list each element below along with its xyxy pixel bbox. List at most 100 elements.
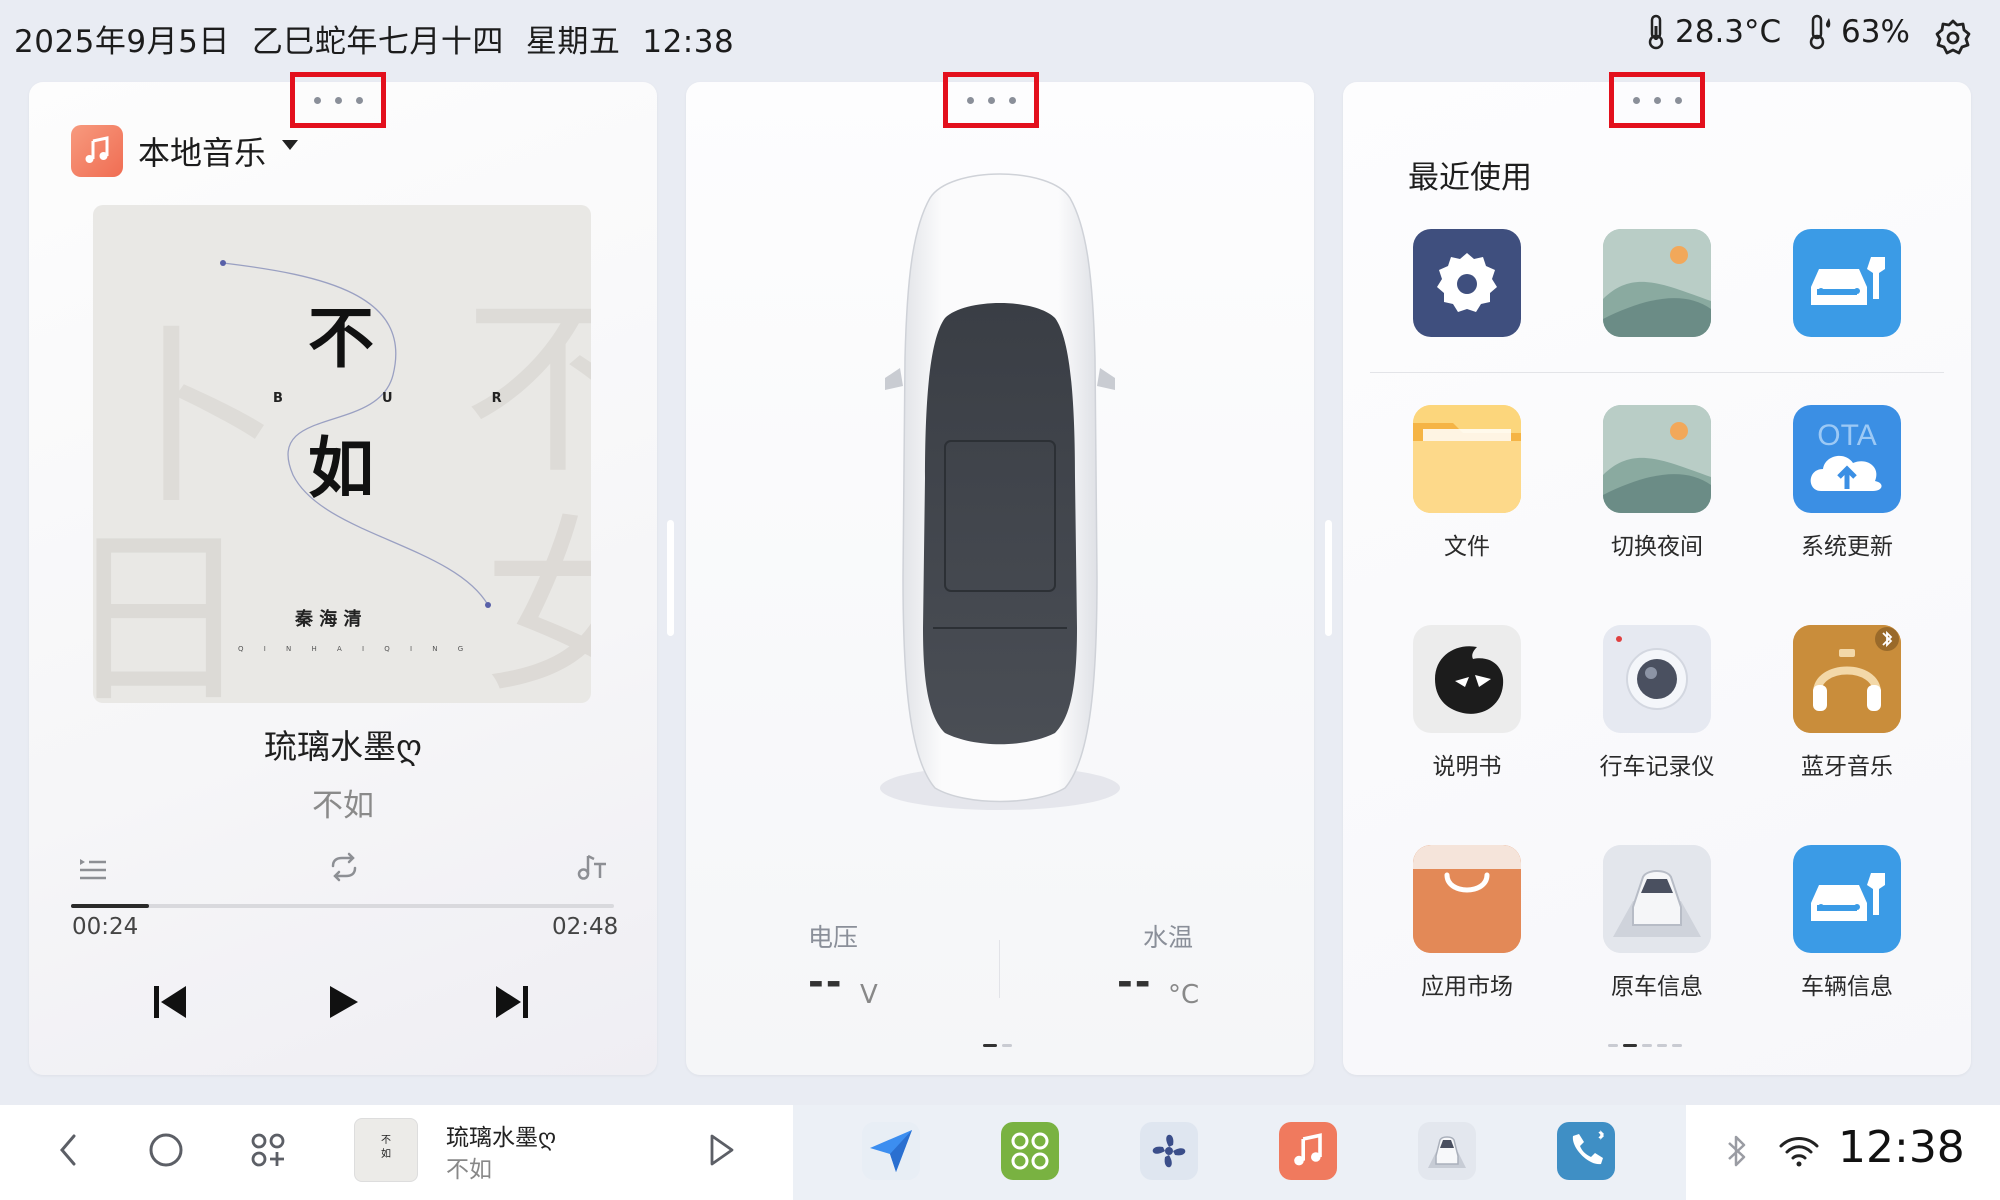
chevron-down-icon[interactable] — [282, 140, 298, 150]
play-icon[interactable] — [326, 983, 360, 1021]
taskbar-song-title[interactable]: 琉璃水墨ღ — [446, 1118, 556, 1152]
navigation-icon[interactable] — [862, 1122, 920, 1180]
app-label: 文件 — [1444, 534, 1490, 560]
status-bar: 2025年9月5日 乙巳蛇年七月十四 星期五 12:38 28.3°C 63% — [0, 0, 2000, 75]
weekday: 星期五 — [525, 24, 621, 60]
app-dashcam[interactable]: 行车记录仪 — [1562, 625, 1752, 781]
humidity-readout: 63% — [1805, 14, 1910, 50]
car-info-icon — [1603, 845, 1711, 953]
water-temp-label: 水温 — [1143, 923, 1194, 952]
recent-app-gallery[interactable] — [1562, 229, 1752, 337]
vehicle-card-pager[interactable] — [983, 1044, 1012, 1047]
car-service-icon — [1793, 845, 1901, 953]
elapsed-time: 00:24 — [72, 914, 139, 940]
temperature-value: 28.3°C — [1675, 14, 1782, 50]
apps-grid-icon[interactable] — [1001, 1122, 1059, 1180]
app-vehicle-info[interactable]: 车辆信息 — [1752, 845, 1942, 1001]
taskbar-clock: 12:38 — [1838, 1122, 1965, 1173]
vehicle-card-menu-button[interactable] — [943, 72, 1039, 128]
repeat-icon[interactable] — [327, 852, 361, 882]
music-card-menu-button[interactable] — [290, 72, 386, 128]
app-label: 应用市场 — [1421, 974, 1513, 1000]
album-title-char-2: 如 — [308, 429, 374, 507]
drag-handle[interactable] — [667, 520, 674, 636]
playlist-icon[interactable] — [78, 854, 108, 882]
app-label: 说明书 — [1432, 754, 1502, 780]
recent-app-settings[interactable] — [1372, 229, 1562, 337]
back-icon[interactable] — [56, 1132, 80, 1168]
voltage-value: -- — [808, 960, 844, 1004]
dashcam-icon — [1603, 625, 1711, 733]
app-system-update[interactable]: OTA 系统更新 — [1752, 405, 1942, 561]
car-top-view-image — [880, 173, 1120, 810]
album-artist-pinyin: Q I N H A I Q I N G — [238, 645, 473, 653]
divider — [999, 940, 1000, 998]
app-bluetooth-music[interactable]: 蓝牙音乐 — [1752, 625, 1942, 781]
settings-gear-icon[interactable] — [1933, 18, 1973, 58]
home-icon[interactable] — [148, 1132, 184, 1168]
fan-icon[interactable] — [1140, 1122, 1198, 1180]
app-manual[interactable]: 说明书 — [1372, 625, 1562, 781]
date: 2025年9月5日 — [14, 24, 230, 60]
album-artist: 秦 海 清 — [295, 609, 362, 630]
humidity-icon — [1809, 14, 1831, 50]
album-title-char-1: 不 — [308, 299, 374, 377]
app-original-car-info[interactable]: 原车信息 — [1562, 845, 1752, 1001]
previous-track-icon[interactable] — [152, 983, 188, 1021]
drag-handle[interactable] — [1325, 520, 1332, 636]
wifi-icon[interactable] — [1778, 1134, 1820, 1168]
progress-slider[interactable] — [71, 904, 614, 908]
app-label: 原车信息 — [1611, 974, 1703, 1000]
app-label: 行车记录仪 — [1599, 754, 1715, 780]
divider — [1370, 372, 1944, 373]
temperature-readout: 28.3°C — [1643, 14, 1781, 50]
lyrics-icon[interactable] — [576, 852, 608, 882]
headphones-icon — [1793, 625, 1901, 733]
settings-icon — [1413, 229, 1521, 337]
landscape-icon — [1603, 405, 1711, 513]
manual-icon — [1413, 625, 1521, 733]
dock — [793, 1105, 1686, 1200]
music-source-selector[interactable]: 本地音乐 — [138, 128, 266, 174]
water-temp-unit: °C — [1168, 980, 1200, 1010]
water-temp-value: -- — [1117, 960, 1153, 1004]
bluetooth-icon[interactable] — [1724, 1133, 1750, 1169]
apps-card-pager[interactable] — [1608, 1044, 1682, 1047]
lunar-date: 乙巳蛇年七月十四 — [251, 24, 504, 60]
mini-album-char-2: 如 — [381, 1149, 391, 1160]
album-art: 卜 日 不 女 不 B U R U 如 秦 海 清 Q I N H A I Q … — [93, 205, 591, 703]
music-app-icon[interactable] — [71, 125, 123, 177]
app-label: 切换夜间 — [1611, 534, 1703, 560]
mini-album-char-1: 不 — [381, 1135, 391, 1146]
progress-fill — [71, 904, 149, 908]
phone-icon[interactable] — [1557, 1122, 1615, 1180]
humidity-value: 63% — [1841, 14, 1910, 50]
recent-apps-heading: 最近使用 — [1408, 160, 1532, 196]
next-track-icon[interactable] — [494, 983, 530, 1021]
song-artist: 不如 — [312, 788, 374, 824]
taskbar-play-icon[interactable] — [708, 1132, 736, 1168]
status-date-time: 2025年9月5日 乙巳蛇年七月十四 星期五 12:38 — [14, 16, 756, 61]
apps-card-menu-button[interactable] — [1609, 72, 1705, 128]
app-night-mode[interactable]: 切换夜间 — [1562, 405, 1752, 561]
shopping-bag-icon — [1413, 845, 1521, 953]
svg-text:OTA: OTA — [1817, 419, 1876, 452]
app-label: 系统更新 — [1801, 534, 1893, 560]
app-files[interactable]: 文件 — [1372, 405, 1562, 561]
song-title: 琉璃水墨ღ — [264, 727, 422, 766]
ota-cloud-icon: OTA — [1793, 405, 1901, 513]
landscape-icon — [1603, 229, 1711, 337]
music-icon[interactable] — [1279, 1122, 1337, 1180]
mini-album-art[interactable]: 不 如 — [354, 1118, 418, 1182]
car-icon[interactable] — [1418, 1122, 1476, 1180]
taskbar-song-artist: 不如 — [446, 1157, 492, 1183]
recent-app-car-service[interactable] — [1752, 229, 1942, 337]
thermometer-icon — [1648, 14, 1664, 50]
app-label: 蓝牙音乐 — [1801, 754, 1893, 780]
voltage-unit: V — [860, 980, 878, 1010]
app-store[interactable]: 应用市场 — [1372, 845, 1562, 1001]
voltage-label: 电压 — [808, 923, 859, 952]
folder-icon — [1413, 405, 1521, 513]
app-label: 车辆信息 — [1801, 974, 1893, 1000]
app-drawer-icon[interactable] — [250, 1132, 286, 1168]
